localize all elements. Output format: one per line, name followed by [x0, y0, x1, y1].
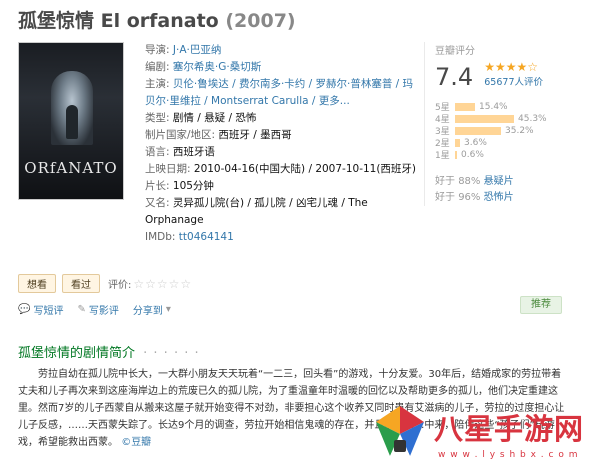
- edit-icon: ✎: [77, 304, 86, 315]
- rating-stars-icon: ★★★★☆: [484, 60, 539, 74]
- watermark-url: w w w . l y s h b x . c o m: [438, 450, 579, 460]
- synopsis-heading: 孤堡惊情的剧情简介 · · · · · ·: [18, 342, 200, 361]
- imdb-link[interactable]: tt0464141: [179, 231, 234, 243]
- rating-star-label: 1星: [435, 151, 450, 161]
- rating-bar: [455, 126, 501, 135]
- genre-value: 剧情 / 悬疑 / 恐怖: [172, 112, 257, 124]
- rating-breakdown-row: 4星 45.3%: [435, 113, 584, 126]
- rating-percent: 35.2%: [505, 125, 534, 136]
- site-watermark: 八星手游网 w w w . l y s h b x . c o m: [362, 398, 600, 470]
- watermark-text: 八星手游网: [434, 412, 585, 446]
- cast-more-link[interactable]: 更多...: [319, 95, 350, 107]
- synopsis-heading-text: 孤堡惊情的剧情简介: [18, 346, 136, 361]
- genre-label: 类型:: [145, 112, 170, 124]
- share-label: 分享到: [132, 306, 163, 317]
- rating-percent: 0.6%: [461, 149, 484, 160]
- genre-row: 类型: 剧情 / 悬疑 / 恐怖: [145, 110, 415, 127]
- imdb-label: IMDb:: [145, 231, 176, 243]
- rating-stars-block: ★★★★☆ 65677人评价: [484, 60, 543, 88]
- mark-actions: 想看 看过 评价: ☆☆☆☆☆: [18, 274, 192, 293]
- release-label: 上映日期:: [145, 163, 191, 175]
- movie-year: (2007): [225, 10, 296, 32]
- rating-bar: [455, 114, 514, 123]
- synopsis-heading-dots: · · · · · ·: [143, 346, 200, 361]
- better-than-row: 好于 88% 悬疑片: [435, 174, 584, 190]
- better-prefix: 好于: [435, 176, 455, 187]
- language-label: 语言:: [145, 146, 170, 158]
- movie-info: 导演: J·A·巴亚纳 编剧: 塞尔希奥·G·桑切斯 主演: 贝伦·鲁埃达 / …: [145, 42, 417, 246]
- writer-label: 编剧:: [145, 61, 170, 73]
- runtime-value: 105分钟: [172, 180, 214, 192]
- write-short-review-button[interactable]: 💬 写短评: [18, 302, 63, 317]
- aka-value: 灵异孤儿院(台) / 孤儿院 / 凶宅儿魂 / The Orphanage: [145, 197, 368, 226]
- write-short-review-label: 写短评: [33, 306, 64, 317]
- rating-breakdown-row: 5星 15.4%: [435, 101, 584, 114]
- aka-label: 又名:: [145, 197, 170, 209]
- aka-row: 又名: 灵异孤儿院(台) / 孤儿院 / 凶宅儿魂 / The Orphanag…: [145, 195, 415, 229]
- director-label: 导演:: [145, 44, 170, 56]
- rating-bar: [455, 138, 460, 147]
- movie-title-text: 孤堡惊情 El orfanato: [18, 10, 219, 32]
- rating-label: 豆瓣评分: [435, 46, 475, 57]
- writer-row: 编剧: 塞尔希奥·G·桑切斯: [145, 59, 415, 76]
- rate-label: 评价:: [108, 280, 132, 291]
- movie-title: 孤堡惊情 El orfanato (2007): [18, 6, 296, 33]
- imdb-row: IMDb: tt0464141: [145, 229, 415, 246]
- country-row: 制片国家/地区: 西班牙 / 墨西哥: [145, 127, 415, 144]
- poster-figure-image: [66, 105, 78, 139]
- rating-bar: [455, 150, 457, 159]
- cast-links[interactable]: 贝伦·鲁埃达 / 费尔南多·卡约 / 罗赫尔·普林塞普 / 玛贝尔·里维拉 / …: [145, 78, 413, 107]
- vote-count-link[interactable]: 65677人评价: [484, 74, 543, 88]
- release-value: 2010-04-16(中国大陆) / 2007-10-11(西班牙): [193, 163, 417, 175]
- language-value: 西班牙语: [172, 146, 215, 158]
- release-row: 上映日期: 2010-04-16(中国大陆) / 2007-10-11(西班牙): [145, 161, 417, 178]
- watched-button[interactable]: 看过: [62, 274, 100, 293]
- rate-stars-input[interactable]: ☆☆☆☆☆: [133, 277, 192, 291]
- review-actions: 💬 写短评 ✎ 写影评 分享到 ▾: [18, 302, 188, 317]
- rating-bar: [455, 102, 475, 111]
- cast-label: 主演:: [145, 78, 170, 90]
- comment-icon: 💬: [18, 304, 31, 315]
- language-row: 语言: 西班牙语: [145, 144, 415, 161]
- poster-title: ORfANATO: [24, 159, 118, 177]
- better-than: 好于 88% 悬疑片 好于 96% 恐怖片: [435, 174, 584, 206]
- country-label: 制片国家/地区:: [145, 129, 216, 141]
- runtime-label: 片长:: [145, 180, 170, 192]
- watermark-logo-icon: [376, 406, 424, 456]
- director-link[interactable]: J·A·巴亚纳: [173, 44, 221, 56]
- writer-link[interactable]: 塞尔希奥·G·桑切斯: [173, 61, 261, 73]
- want-to-watch-button[interactable]: 想看: [18, 274, 56, 293]
- recommend-button[interactable]: 推荐: [520, 296, 562, 314]
- better-genre-link[interactable]: 恐怖片: [484, 192, 514, 203]
- movie-poster[interactable]: ORfANATO: [18, 42, 124, 200]
- better-pct: 88%: [458, 176, 481, 187]
- rating-percent: 15.4%: [479, 101, 508, 112]
- rating-breakdown-row: 1星 0.6%: [435, 149, 584, 162]
- share-button[interactable]: 分享到 ▾: [133, 302, 174, 317]
- rating-breakdown-row: 2星 3.6%: [435, 137, 584, 150]
- rating-panel: 豆瓣评分 7.4 ★★★★☆ 65677人评价 5星 15.4% 4星 45.3% 3星…: [424, 42, 584, 206]
- rating-breakdown-row: 3星 35.2%: [435, 125, 584, 138]
- rating-score: 7.4: [435, 63, 474, 91]
- country-value: 西班牙 / 墨西哥: [218, 129, 292, 141]
- cast-row: 主演: 贝伦·鲁埃达 / 费尔南多·卡约 / 罗赫尔·普林塞普 / 玛贝尔·里维…: [145, 76, 415, 110]
- rating-percent: 3.6%: [464, 137, 487, 148]
- better-than-row: 好于 96% 恐怖片: [435, 190, 584, 206]
- better-pct: 96%: [458, 192, 481, 203]
- chevron-down-icon: ▾: [165, 304, 171, 315]
- write-review-label: 写影评: [88, 306, 119, 317]
- write-review-button[interactable]: ✎ 写影评: [77, 302, 118, 317]
- synopsis-source-link[interactable]: ©豆瓣: [121, 437, 151, 448]
- rating-breakdown: 5星 15.4% 4星 45.3% 3星 35.2% 2星 3.6% 1星 0.6%: [435, 101, 584, 162]
- rating-percent: 45.3%: [518, 113, 547, 124]
- director-row: 导演: J·A·巴亚纳: [145, 42, 415, 59]
- better-prefix: 好于: [435, 192, 455, 203]
- runtime-row: 片长: 105分钟: [145, 178, 415, 195]
- better-genre-link[interactable]: 悬疑片: [484, 176, 514, 187]
